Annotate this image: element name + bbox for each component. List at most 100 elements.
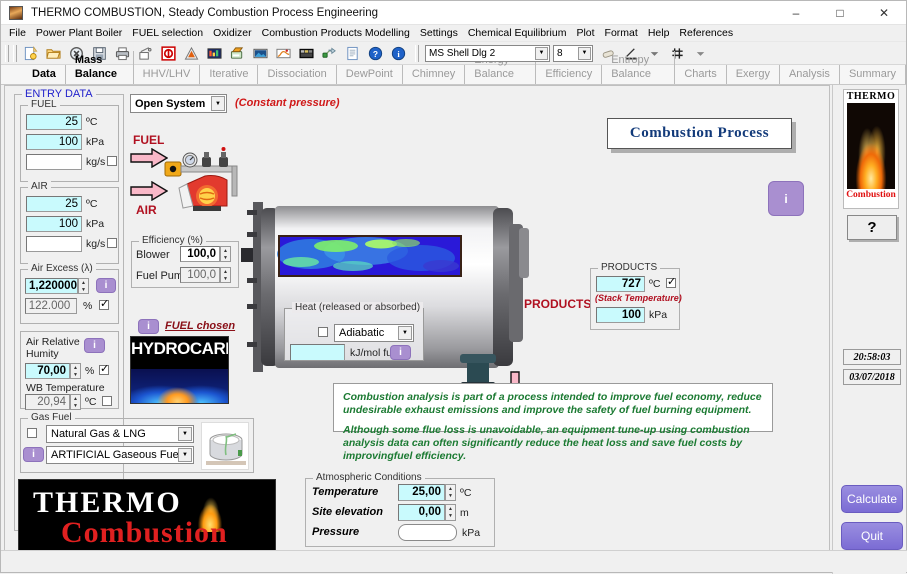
heat-adiabatic-checkbox[interactable]: [318, 327, 328, 337]
atmospheric-temperature-spinner[interactable]: ▲ ▼: [445, 484, 456, 501]
wb-temperature-input[interactable]: 20,94: [25, 394, 70, 410]
menu-fuel-selection[interactable]: FUEL selection: [127, 25, 208, 42]
tab-mass-balance[interactable]: Mass Balance: [66, 51, 134, 84]
air-excess-input[interactable]: 1,220000: [25, 278, 78, 294]
tab-iterative[interactable]: Iterative: [200, 65, 259, 84]
blower-efficiency-input[interactable]: 100,0: [180, 246, 220, 262]
calculate-button[interactable]: Calculate: [841, 485, 903, 513]
tab-exergy[interactable]: Exergy: [727, 65, 780, 84]
table-icon[interactable]: [296, 43, 317, 63]
gas-fuel-info-button[interactable]: i: [23, 447, 44, 462]
tab-entropy-balance[interactable]: Entropy Balance: [602, 51, 676, 84]
system-mode-select[interactable]: Open System ▼: [130, 94, 227, 113]
toolbar-grip-2[interactable]: [13, 44, 17, 62]
heat-info-button[interactable]: i: [390, 345, 411, 360]
menu-plot[interactable]: Plot: [571, 25, 599, 42]
chevron-down-icon-gas2[interactable]: ▼: [178, 448, 192, 462]
print-preview-icon[interactable]: [135, 43, 156, 63]
export-icon[interactable]: [319, 43, 340, 63]
chevron-down-icon-heat[interactable]: ▼: [398, 326, 412, 340]
chevron-down-icon-gas1[interactable]: ▼: [178, 427, 192, 441]
humidity-input[interactable]: 70,00: [25, 363, 70, 379]
process-info-button[interactable]: i: [768, 181, 804, 216]
menu-chemical-equilibrium[interactable]: Chemical Equilibrium: [463, 25, 572, 42]
tab-chimney[interactable]: Chimney: [403, 65, 466, 84]
natural-gas-select[interactable]: Natural Gas & LNG ▼: [46, 425, 194, 443]
blower-efficiency-spinner[interactable]: ▲ ▼: [220, 246, 231, 262]
air-excess-percent-input[interactable]: 122.000: [25, 298, 77, 314]
air-pressure-input[interactable]: 100: [26, 216, 82, 232]
close-button[interactable]: ✕: [862, 1, 906, 25]
new-document-icon[interactable]: [20, 43, 41, 63]
help-icon[interactable]: ?: [365, 43, 386, 63]
minimize-button[interactable]: –: [774, 1, 818, 25]
menu-power-plant-boiler[interactable]: Power Plant Boiler: [31, 25, 127, 42]
menu-references[interactable]: References: [674, 25, 738, 42]
heat-mode-select[interactable]: Adiabatic ▼: [334, 324, 414, 342]
chevron-down-icon-2[interactable]: ▼: [578, 46, 591, 60]
quit-button[interactable]: Quit: [841, 522, 903, 550]
menu-oxidizer[interactable]: Oxidizer: [208, 25, 257, 42]
heat-value-input[interactable]: [290, 344, 345, 361]
menu-help[interactable]: Help: [643, 25, 675, 42]
menu-format[interactable]: Format: [600, 25, 643, 42]
font-name-select[interactable]: MS Shell Dlg 2 ▼: [425, 44, 550, 62]
tab-hhv-lhv[interactable]: HHV/LHV: [134, 65, 201, 84]
chart-icon[interactable]: [204, 43, 225, 63]
fuel-temperature-input[interactable]: 25: [26, 114, 82, 130]
info-icon[interactable]: i: [388, 43, 409, 63]
photo-icon[interactable]: [250, 43, 271, 63]
products-temperature-checkbox[interactable]: [666, 275, 676, 288]
gas-fuel-checkbox[interactable]: [27, 428, 37, 438]
fuel-chosen-link[interactable]: FUEL chosen: [165, 320, 235, 332]
artificial-gas-select[interactable]: ARTIFICIAL Gaseous Fuels ▼: [46, 446, 194, 464]
air-massflow-input[interactable]: [26, 236, 82, 252]
tab-analysis[interactable]: Analysis: [780, 65, 840, 84]
fuel-pump-efficiency-spinner[interactable]: ▲ ▼: [220, 267, 231, 283]
air-excess-info-button[interactable]: i: [96, 278, 116, 293]
fuel-massflow-checkbox[interactable]: [107, 156, 117, 166]
toolbar-grip[interactable]: [5, 44, 9, 62]
atmospheric-pressure-input[interactable]: [398, 524, 457, 541]
help-question-button[interactable]: ?: [847, 215, 897, 240]
menu-combustion-products-modelling[interactable]: Combustion Products Modelling: [257, 25, 415, 42]
chevron-down-icon-system[interactable]: ▼: [211, 96, 225, 111]
humidity-checkbox[interactable]: [99, 362, 109, 375]
humidity-info-button[interactable]: i: [84, 338, 105, 353]
wb-temperature-spinner[interactable]: ▲ ▼: [70, 394, 81, 410]
atmospheric-temperature-input[interactable]: 25,00: [398, 484, 445, 501]
fuel-pressure-input[interactable]: 100: [26, 134, 82, 150]
stop-icon[interactable]: [158, 43, 179, 63]
scanner-icon[interactable]: [227, 43, 248, 63]
chevron-down-icon-4[interactable]: [690, 43, 711, 63]
air-massflow-checkbox[interactable]: [107, 238, 117, 248]
air-excess-percent-checkbox[interactable]: [99, 297, 109, 310]
humidity-spinner[interactable]: ▲ ▼: [70, 363, 81, 379]
tab-summary[interactable]: Summary: [840, 65, 906, 84]
warning-icon[interactable]: [181, 43, 202, 63]
tab-data[interactable]: Data: [23, 65, 66, 84]
tab-efficiency[interactable]: Efficiency: [536, 65, 603, 84]
font-size-select[interactable]: 8 ▼: [553, 44, 593, 62]
atmospheric-elevation-input[interactable]: 0,00: [398, 504, 445, 521]
fuel-massflow-input[interactable]: [26, 154, 82, 170]
tab-charts[interactable]: Charts: [675, 65, 727, 84]
menu-settings[interactable]: Settings: [415, 25, 463, 42]
toolbar-grip-3[interactable]: [415, 44, 419, 62]
products-temperature-input[interactable]: 727: [596, 276, 645, 292]
maximize-button[interactable]: □: [818, 1, 862, 25]
menu-file[interactable]: File: [4, 25, 31, 42]
tab-dewpoint[interactable]: DewPoint: [337, 65, 403, 84]
chevron-down-icon[interactable]: ▼: [535, 46, 548, 60]
air-temperature-input[interactable]: 25: [26, 196, 82, 212]
open-folder-icon[interactable]: [43, 43, 64, 63]
wb-temperature-checkbox[interactable]: [102, 396, 112, 406]
fuel-chosen-info-button[interactable]: i: [138, 319, 159, 334]
report-icon[interactable]: [342, 43, 363, 63]
tab-dissociation[interactable]: Dissociation: [258, 65, 337, 84]
air-excess-spinner[interactable]: ▲ ▼: [78, 278, 89, 294]
fuel-pump-efficiency-input[interactable]: 100,0: [180, 267, 220, 283]
graph-icon[interactable]: [273, 43, 294, 63]
products-pressure-input[interactable]: 100: [596, 307, 645, 323]
atmospheric-elevation-spinner[interactable]: ▲ ▼: [445, 504, 456, 521]
